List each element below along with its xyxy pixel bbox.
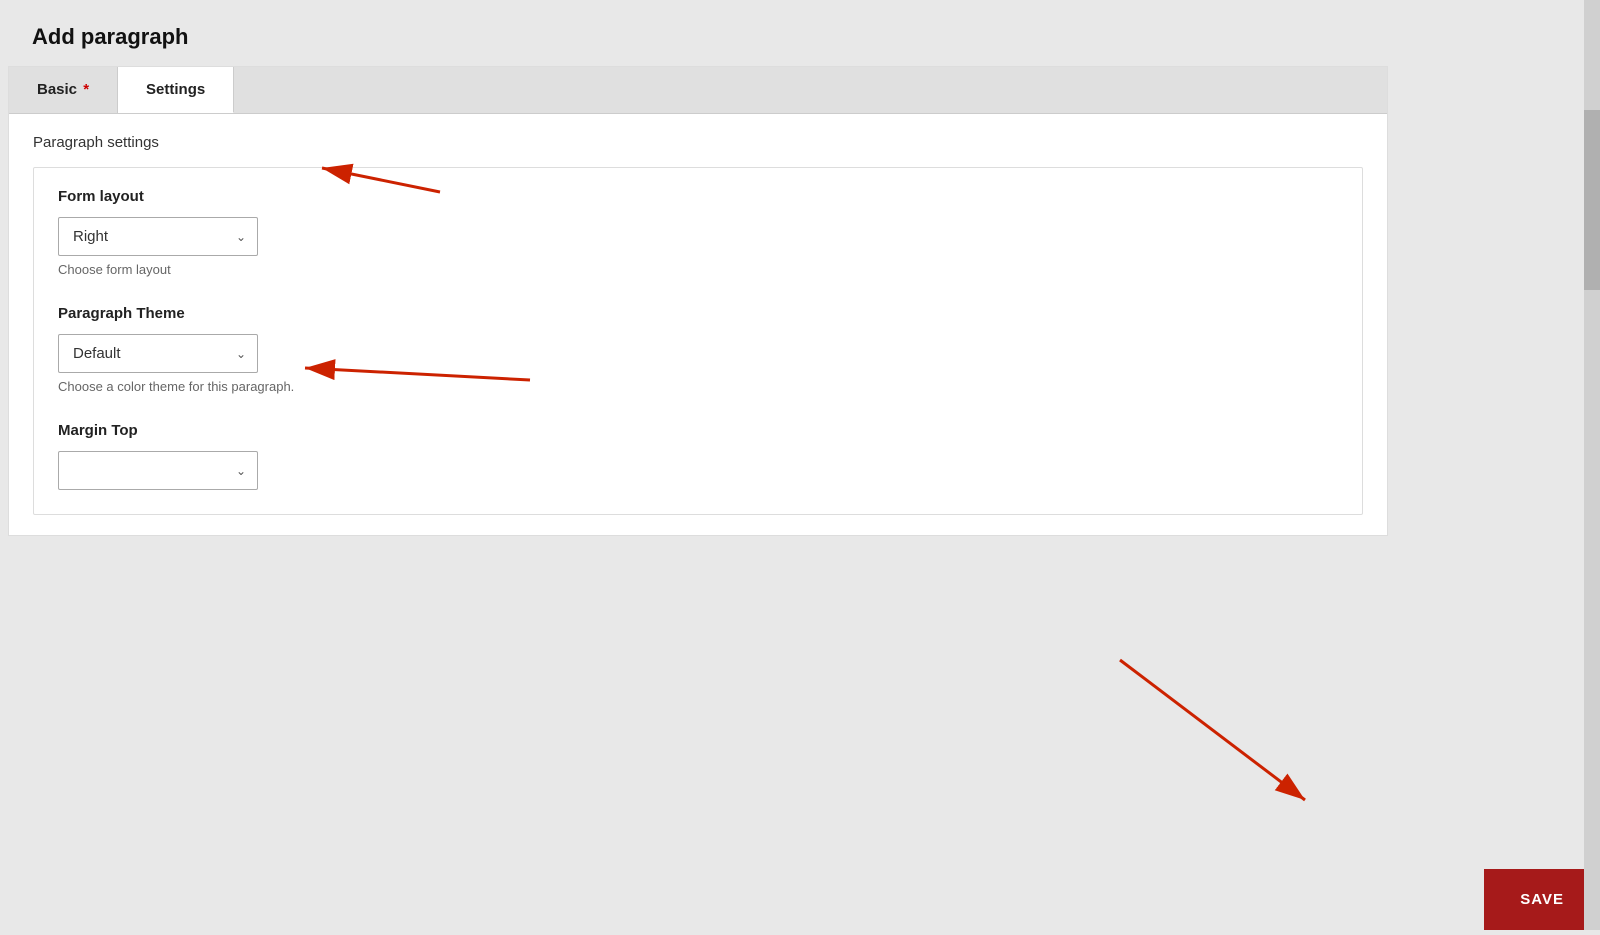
paragraph-theme-select[interactable]: Default Light Dark Custom	[58, 334, 258, 373]
form-layout-select[interactable]: Right Left Center Full Width	[58, 217, 258, 256]
page-title: Add paragraph	[0, 0, 1600, 66]
margin-top-label: Margin Top	[58, 422, 1338, 439]
scrollbar[interactable]	[1584, 0, 1600, 930]
tab-settings-label: Settings	[146, 81, 205, 98]
margin-top-select[interactable]	[58, 451, 258, 490]
section-title: Paragraph settings	[33, 134, 1363, 151]
tab-content: Paragraph settings Form layout Right Lef…	[9, 114, 1387, 535]
paragraph-theme-group: Paragraph Theme Default Light Dark Custo…	[58, 305, 1338, 394]
required-star: *	[79, 81, 89, 98]
paragraph-theme-select-wrapper: Default Light Dark Custom ⌄	[58, 334, 258, 373]
settings-card: Form layout Right Left Center Full Width…	[33, 167, 1363, 515]
tab-basic[interactable]: Basic *	[9, 67, 118, 113]
margin-top-group: Margin Top ⌄	[58, 422, 1338, 490]
form-layout-group: Form layout Right Left Center Full Width…	[58, 188, 1338, 277]
form-layout-hint: Choose form layout	[58, 262, 1338, 277]
tabs-container: Basic * Settings Paragraph settings Form…	[8, 66, 1388, 536]
paragraph-theme-label: Paragraph Theme	[58, 305, 1338, 322]
tabs-header: Basic * Settings	[9, 67, 1387, 114]
save-button-container: SAVE	[1484, 869, 1600, 930]
tab-basic-label: Basic	[37, 81, 77, 98]
form-layout-label: Form layout	[58, 188, 1338, 205]
margin-top-select-wrapper: ⌄	[58, 451, 258, 490]
paragraph-theme-hint: Choose a color theme for this paragraph.	[58, 379, 1338, 394]
scrollbar-thumb[interactable]	[1584, 110, 1600, 290]
tab-settings[interactable]: Settings	[118, 67, 234, 113]
form-layout-select-wrapper: Right Left Center Full Width ⌄	[58, 217, 258, 256]
save-button[interactable]: SAVE	[1484, 869, 1600, 930]
